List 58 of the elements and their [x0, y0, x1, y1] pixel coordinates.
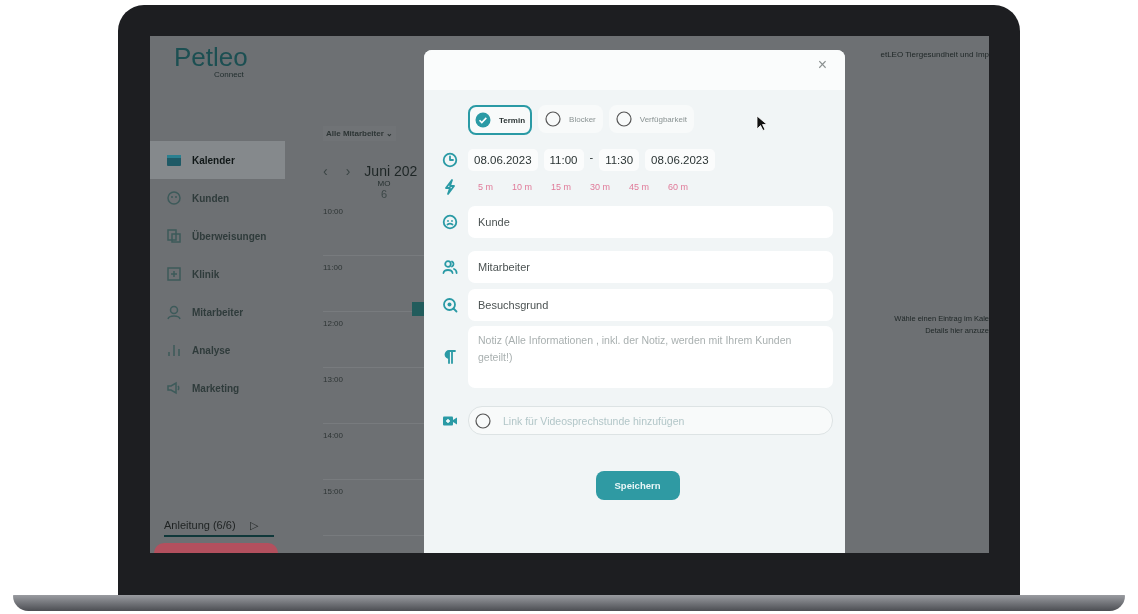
- sidebar-item[interactable]: Mitarbeiter: [150, 293, 285, 331]
- video-link-field[interactable]: Link für Videosprechstunde hinzufügen: [468, 406, 833, 435]
- sidebar-item[interactable]: Klinik: [150, 255, 285, 293]
- next-arrow[interactable]: ›: [345, 163, 351, 179]
- start-time-field[interactable]: 11:00: [543, 149, 584, 171]
- checked-radio-icon: [475, 112, 491, 128]
- sidebar-item[interactable]: Kalender: [150, 141, 285, 179]
- previous-arrow[interactable]: ‹: [323, 163, 328, 179]
- radio-icon: [545, 111, 562, 127]
- month-title: Juni 202: [364, 163, 418, 179]
- type-option[interactable]: Termin: [468, 105, 533, 135]
- sidebar-item[interactable]: Analyse: [150, 331, 285, 369]
- bar-chart-icon: [166, 342, 182, 358]
- duration-chip[interactable]: 60 m: [668, 182, 689, 192]
- duration-chip[interactable]: 15 m: [551, 182, 572, 192]
- type-option[interactable]: Verfügbarkeit: [608, 105, 694, 133]
- duration-chip[interactable]: 45 m: [629, 182, 650, 192]
- input-field[interactable]: Kunde: [468, 206, 833, 238]
- account-name: etLEO Tiergesundheit und Imp: [880, 50, 989, 59]
- start-date-field[interactable]: 08.06.2023: [468, 149, 538, 171]
- documents-icon: [166, 228, 182, 244]
- guide-link[interactable]: Anleitung (6/6) ▷: [164, 519, 274, 537]
- sidebar-item[interactable]: Kunden: [150, 179, 285, 217]
- megaphone-icon: [166, 380, 182, 396]
- face-icon: [166, 190, 182, 206]
- end-date-field[interactable]: 08.06.2023: [645, 149, 715, 171]
- time-label: 12:00: [323, 319, 344, 328]
- mouse-cursor-icon: [756, 115, 768, 132]
- people-icon: [442, 259, 458, 275]
- time-label: 14:00: [323, 431, 344, 440]
- person-icon: [166, 304, 182, 320]
- magnifier-icon: [442, 297, 458, 313]
- clinic-icon: [166, 266, 182, 282]
- logo-text: Petleo: [174, 44, 249, 70]
- note-field[interactable]: Notiz (Alle Informationen , inkl. der Notiz, werden mit Ihrem Kunden geteilt!): [468, 326, 833, 388]
- type-option[interactable]: Blocker: [538, 105, 603, 133]
- face-icon: [442, 214, 458, 230]
- day-name: MO: [376, 179, 392, 188]
- event-block: [412, 302, 424, 316]
- duration-chip[interactable]: 5 m: [478, 182, 493, 192]
- end-time-field[interactable]: 11:30: [599, 149, 640, 171]
- radio-icon: [615, 111, 632, 127]
- lightning-icon: [442, 179, 458, 195]
- logo-subtitle: Connect: [214, 70, 245, 79]
- input-field[interactable]: Mitarbeiter: [468, 251, 833, 283]
- sidebar-item[interactable]: Überweisungen: [150, 217, 285, 255]
- duration-chip[interactable]: 30 m: [590, 182, 611, 192]
- pilcrow-icon: [442, 349, 458, 365]
- sidebar-item[interactable]: Marketing: [150, 369, 285, 407]
- input-field[interactable]: Besuchsgrund: [468, 289, 833, 321]
- input-field[interactable]: Link für Videosprechstunde hinzufügen: [501, 413, 826, 428]
- close-button[interactable]: ×: [817, 56, 827, 74]
- sidebar-button[interactable]: [154, 543, 278, 553]
- calendar-icon: [166, 152, 182, 168]
- duration-chip[interactable]: 10 m: [512, 182, 533, 192]
- dash-separator: -: [589, 151, 594, 163]
- save-button[interactable]: Speichern: [595, 471, 680, 500]
- clock-icon: [442, 152, 458, 168]
